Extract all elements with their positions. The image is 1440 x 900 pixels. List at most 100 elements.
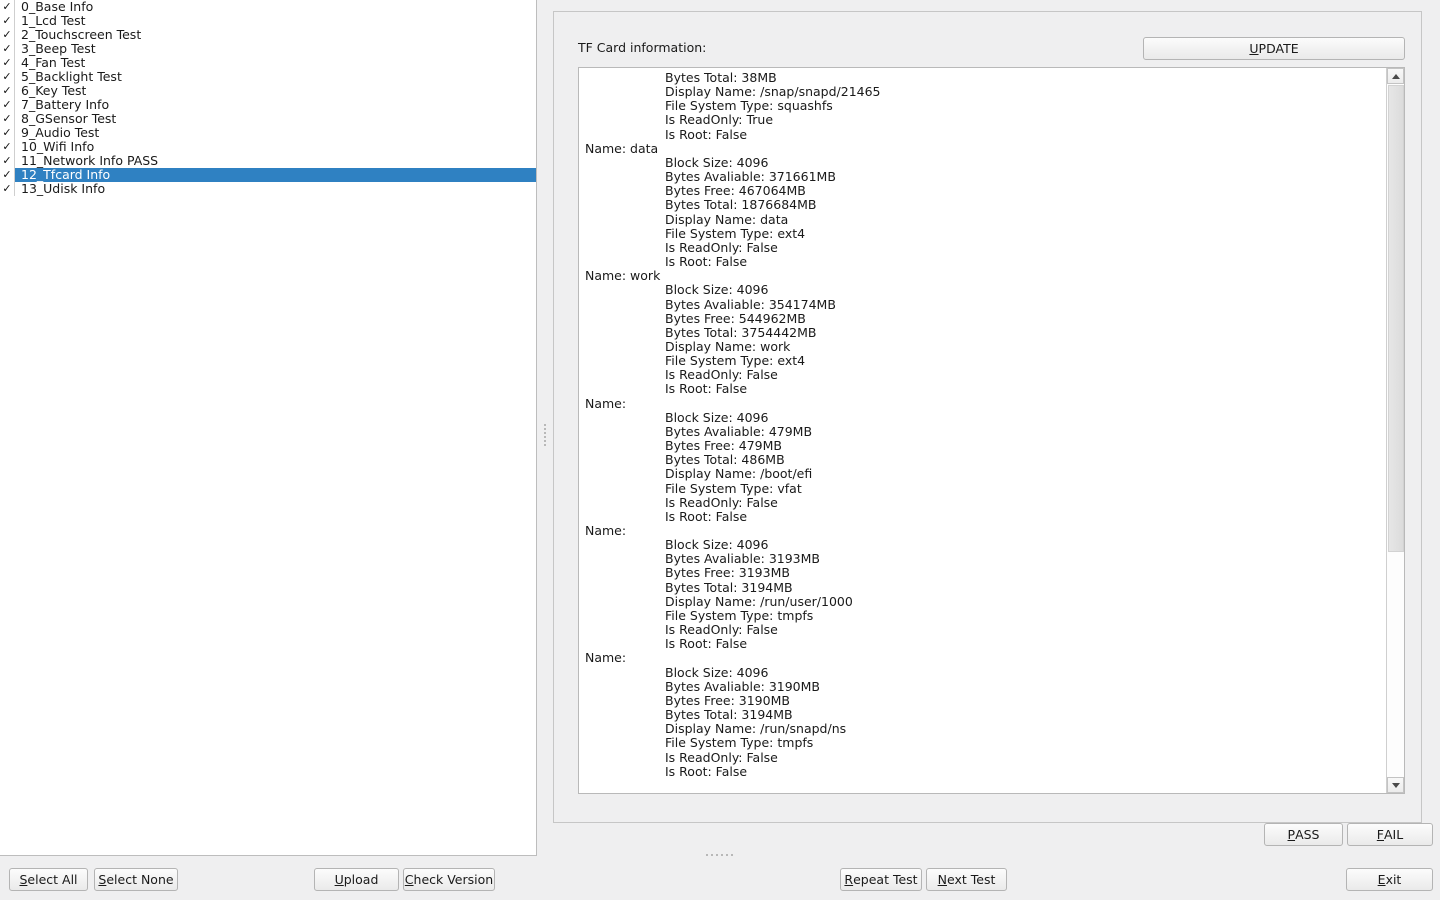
exit-button[interactable]: Exit: [1346, 868, 1433, 891]
info-line: Display Name: data: [665, 211, 789, 227]
test-list-item[interactable]: ✓ 11_Network Info PASS: [0, 154, 536, 168]
fail-button[interactable]: F AIL: [1347, 823, 1433, 846]
upload-button[interactable]: Upload: [314, 868, 399, 891]
test-list-item[interactable]: ✓ 5_Backlight Test: [0, 70, 536, 84]
checkmark-icon[interactable]: ✓: [0, 182, 15, 196]
checkmark-icon[interactable]: ✓: [0, 70, 15, 84]
test-list-item[interactable]: ✓ 6_Key Test: [0, 84, 536, 98]
checkmark-icon[interactable]: ✓: [0, 154, 15, 168]
info-line: File System Type: vfat: [665, 480, 802, 496]
info-line: File System Type: ext4: [665, 353, 806, 369]
info-line: Is Root: False: [665, 126, 748, 142]
check-version-button[interactable]: Check Version: [403, 868, 495, 891]
info-line: Display Name: /run/user/1000: [665, 593, 853, 609]
info-line: Name:: [585, 395, 627, 411]
test-list-item-label: 12_Tfcard Info: [21, 168, 111, 182]
next-test-button[interactable]: Next Test: [926, 868, 1007, 891]
select-all-button[interactable]: Select All: [9, 868, 88, 891]
info-line: Is Root: False: [665, 763, 748, 779]
btn-mnemonic: N: [937, 872, 947, 887]
info-line: Bytes Free: 467064MB: [665, 183, 806, 199]
btn-label-rest: ext Test: [947, 872, 996, 887]
info-line: File System Type: tmpfs: [665, 735, 814, 751]
checkmark-icon[interactable]: ✓: [0, 140, 15, 154]
test-list-item[interactable]: ✓ 12_Tfcard Info: [0, 168, 536, 182]
info-line: Block Size: 4096: [665, 537, 769, 553]
update-button[interactable]: U PDATE: [1143, 37, 1405, 60]
test-list-item[interactable]: ✓ 10_Wifi Info: [0, 140, 536, 154]
info-line: Block Size: 4096: [665, 154, 769, 170]
info-line: Display Name: /run/snapd/ns: [665, 721, 847, 737]
info-line: File System Type: squashfs: [665, 98, 833, 114]
checkmark-icon[interactable]: ✓: [0, 42, 15, 56]
info-line: Bytes Total: 3194MB: [665, 579, 793, 595]
test-list-item[interactable]: ✓ 8_GSensor Test: [0, 112, 536, 126]
test-list-item-label: 5_Backlight Test: [21, 70, 122, 84]
horizontal-splitter-handle[interactable]: [706, 851, 736, 859]
test-list-item-label: 0_Base Info: [21, 0, 94, 14]
checkmark-icon[interactable]: ✓: [0, 56, 15, 70]
info-line: Bytes Total: 3754442MB: [665, 324, 817, 340]
select-none-button[interactable]: Select None: [94, 868, 178, 891]
btn-label-rest: elect All: [27, 872, 78, 887]
info-line: Is ReadOnly: False: [665, 367, 778, 383]
btn-label-rest: pload: [343, 872, 379, 887]
info-line: Is Root: False: [665, 254, 748, 270]
info-line: Bytes Avaliable: 479MB: [665, 423, 813, 439]
info-line: Bytes Avaliable: 3193MB: [665, 551, 820, 567]
panel-header-label: TF Card information:: [578, 40, 707, 55]
test-list-item[interactable]: ✓ 3_Beep Test: [0, 42, 536, 56]
repeat-test-button[interactable]: Repeat Test: [840, 868, 922, 891]
btn-mnemonic: E: [1377, 872, 1386, 887]
info-line: Bytes Avaliable: 3190MB: [665, 678, 820, 694]
btn-mnemonic: S: [98, 872, 107, 887]
test-list-item[interactable]: ✓ 2_Touchscreen Test: [0, 28, 536, 42]
test-list[interactable]: ✓ 0_Base Info ✓ 1_Lcd Test ✓ 2_Touchscreen Te…: [0, 0, 536, 196]
info-line: Bytes Free: 3193MB: [665, 565, 790, 581]
vertical-splitter-handle[interactable]: [537, 0, 553, 856]
checkmark-icon[interactable]: ✓: [0, 28, 15, 42]
test-list-item[interactable]: ✓ 9_Audio Test: [0, 126, 536, 140]
vertical-scrollbar[interactable]: [1386, 68, 1404, 793]
test-list-panel[interactable]: ✓ 0_Base Info ✓ 1_Lcd Test ✓ 2_Touchscreen Te…: [0, 0, 537, 856]
scroll-down-arrow-icon[interactable]: [1387, 777, 1404, 793]
test-list-item-label: 1_Lcd Test: [21, 14, 86, 28]
checkmark-icon[interactable]: ✓: [0, 168, 15, 182]
test-list-item[interactable]: ✓ 4_Fan Test: [0, 56, 536, 70]
test-list-item[interactable]: ✓ 0_Base Info: [0, 0, 536, 14]
info-line: File System Type: ext4: [665, 225, 806, 241]
scrollbar-thumb[interactable]: [1388, 85, 1404, 552]
update-button-label-rest: PDATE: [1258, 41, 1299, 56]
checkmark-icon[interactable]: ✓: [0, 126, 15, 140]
checkmark-icon[interactable]: ✓: [0, 112, 15, 126]
info-line: Name: data: [585, 140, 659, 156]
test-list-item[interactable]: ✓ 1_Lcd Test: [0, 14, 536, 28]
info-line: Is Root: False: [665, 636, 748, 652]
btn-label-rest: elect None: [106, 872, 174, 887]
btn-mnemonic: R: [844, 872, 854, 887]
btn-mnemonic: U: [334, 872, 344, 887]
checkmark-icon[interactable]: ✓: [0, 14, 15, 28]
tf-card-info-textbox[interactable]: Bytes Total: 38MB Display Name: /snap/sna…: [578, 67, 1405, 794]
info-line: Bytes Avaliable: 371661MB: [665, 169, 836, 185]
scroll-up-arrow-icon[interactable]: [1387, 68, 1404, 84]
info-line: Is ReadOnly: False: [665, 239, 778, 255]
info-line: Name:: [585, 650, 627, 666]
info-line: Bytes Total: 3194MB: [665, 707, 793, 723]
pass-button[interactable]: P ASS: [1264, 823, 1343, 846]
btn-mnemonic: F: [1376, 827, 1384, 842]
test-list-item[interactable]: ✓ 7_Battery Info: [0, 98, 536, 112]
checkmark-icon[interactable]: ✓: [0, 98, 15, 112]
checkmark-icon[interactable]: ✓: [0, 0, 15, 14]
update-button-mnemonic: U: [1249, 41, 1259, 56]
btn-label-rest: AIL: [1384, 827, 1404, 842]
tf-card-info-text: Bytes Total: 38MB Display Name: /snap/sna…: [579, 70, 1387, 779]
btn-label-rest: ASS: [1295, 827, 1320, 842]
test-list-item[interactable]: ✓ 13_Udisk Info: [0, 182, 536, 196]
app-window: ✓ 0_Base Info ✓ 1_Lcd Test ✓ 2_Touchscreen Te…: [0, 0, 1440, 900]
tf-card-info-panel: TF Card information: U PDATE Bytes Total:…: [553, 11, 1422, 823]
test-list-item-label: 4_Fan Test: [21, 56, 86, 70]
test-list-item-label: 6_Key Test: [21, 84, 87, 98]
test-list-item-label: 9_Audio Test: [21, 126, 100, 140]
checkmark-icon[interactable]: ✓: [0, 84, 15, 98]
